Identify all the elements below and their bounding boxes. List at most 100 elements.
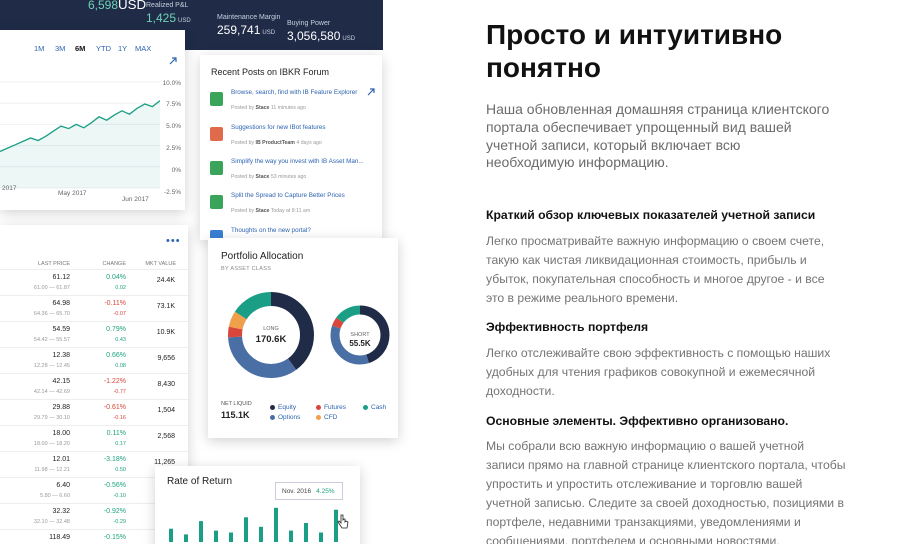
arrow-expand-icon[interactable] [168, 56, 178, 66]
forum-post[interactable]: Simplify the way you invest with IB Asse… [210, 158, 375, 191]
legend-label: CFD [324, 414, 338, 421]
return-bar [304, 523, 308, 542]
forum-post[interactable]: Browse, search, find with IB Feature Exp… [210, 89, 375, 122]
forum-post-icon [210, 127, 223, 141]
forum-post-title[interactable]: Split the Spread to Capture Better Price… [231, 192, 371, 200]
change-value: -0.77 [113, 389, 126, 395]
last-price: 54.59 [52, 326, 70, 333]
forum-posts-card: Recent Posts on IBKR Forum Browse, searc… [200, 55, 382, 244]
post-time: 4 days ago [296, 140, 322, 146]
return-bar [169, 528, 173, 542]
x-tick-label: May 2017 [58, 190, 87, 197]
forum-post-meta: Posted by Stace 53 minutes ago [231, 174, 371, 180]
post-author: Stace [255, 208, 270, 214]
change-percent: -0.56% [103, 482, 126, 489]
range-button-6m[interactable]: 6M [75, 44, 85, 53]
last-price: 61.12 [52, 274, 70, 281]
forum-post-title[interactable]: Suggestions for new IBot features [231, 124, 371, 132]
range-button-ytd[interactable]: YTD [96, 44, 111, 53]
summary-value: 3,056,580 [287, 29, 341, 43]
table-row[interactable]: 54.59 54.42 — 55.57 0.79% 0.43 10.9K [0, 321, 188, 347]
table-row[interactable]: 64.98 64.36 — 65.70 -0.11% -0.07 73.1K [0, 295, 188, 321]
section-title: Эффективность портфеля [486, 320, 649, 334]
summary-unit: USD [118, 0, 147, 12]
post-author: IB ProductTeam [255, 140, 295, 146]
return-bar [199, 521, 203, 542]
change-percent: -0.11% [104, 300, 126, 307]
last-price: 32.32 [52, 508, 70, 515]
forum-post-title[interactable]: Simplify the way you invest with IB Asse… [231, 158, 371, 166]
x-tick-label: 2017 [2, 185, 17, 192]
portfolio-allocation-card: Portfolio Allocation BY ASSET CLASS LONG… [208, 238, 398, 438]
forum-post-title[interactable]: Browse, search, find with IB Feature Exp… [231, 89, 371, 97]
legend-swatch [316, 404, 321, 410]
change-percent: 0.66% [106, 352, 126, 359]
section-title: Основные элементы. Эффективно организова… [486, 414, 789, 428]
range-button-max[interactable]: MAX [135, 44, 151, 53]
change-percent: 0.11% [106, 430, 126, 437]
summary-item: 6,598USD [88, 0, 146, 14]
market-value: 9,656 [157, 355, 175, 362]
tooltip-date: Nov. 2016 [282, 488, 312, 495]
post-time: Today at 8:11 am [270, 208, 311, 214]
market-value: 2,568 [157, 433, 175, 440]
long-label: LONG [263, 326, 279, 332]
net-liquidity-label: NET LIQUID [221, 401, 252, 407]
change-value: -0.10 [113, 493, 126, 499]
change-value: -0.16 [113, 415, 126, 421]
net-liquidity-value: 115.1K [221, 410, 250, 420]
range-button-3m[interactable]: 3M [55, 44, 65, 53]
return-bar [289, 530, 293, 542]
forum-post[interactable]: Suggestions for new IBot features Posted … [210, 124, 375, 157]
price-range: 64.36 — 65.70 [33, 311, 70, 317]
section-body: Мы собрали всю важную информацию о вашей… [486, 439, 846, 544]
forum-post-icon [210, 92, 223, 106]
forum-post-title[interactable]: Thoughts on the new portal? [231, 227, 371, 235]
page-headline: Просто и интуитивно понятно [486, 19, 783, 83]
section-title: Краткий обзор ключевых показателей учетн… [486, 208, 816, 222]
legend-item: Futures [316, 404, 346, 411]
table-row[interactable]: 42.15 42.14 — 42.69 -1.22% -0.77 8,430 [0, 373, 188, 399]
market-value: 24.4K [156, 277, 175, 284]
range-button-1m[interactable]: 1M [34, 44, 44, 53]
column-header-mkt-value: MKT VALUE [145, 261, 176, 267]
legend-label: Equity [278, 404, 297, 411]
last-price: 12.01 [52, 456, 70, 463]
post-time: 11 minutes ago [270, 105, 306, 111]
return-bar [184, 534, 188, 542]
market-value: 8,430 [157, 381, 175, 388]
summary-value: 6,598 [88, 0, 119, 12]
legend-swatch [270, 414, 275, 420]
last-price: 118.49 [49, 534, 70, 541]
table-row[interactable]: 61.12 61.00 — 61.87 0.04% 0.02 24.4K [0, 269, 188, 295]
y-tick-label: -2.5% [164, 189, 181, 196]
y-tick-label: 7.5% [166, 101, 181, 108]
change-value: 0.02 [115, 285, 126, 291]
legend-swatch [316, 414, 321, 420]
allocation-title: Portfolio Allocation [221, 251, 304, 262]
price-range: 29.79 — 30.10 [33, 415, 70, 421]
x-tick-label: Jun 2017 [122, 196, 149, 203]
change-percent: -1.22% [103, 378, 126, 385]
y-tick-label: 2.5% [166, 145, 181, 152]
short-label: SHORT [350, 332, 370, 338]
column-header-last-price: LAST PRICE [38, 261, 70, 267]
posted-by-label: Posted by [231, 105, 255, 111]
y-tick-label: 10.0% [162, 80, 181, 87]
table-row[interactable]: 12.38 12.28 — 12.45 0.66% 0.08 9,656 [0, 347, 188, 373]
summary-unit: USD [178, 18, 191, 24]
post-time: 53 minutes ago [270, 174, 307, 180]
table-row[interactable]: 18.00 18.00 — 18.20 0.11% 0.17 2,568 [0, 425, 188, 451]
change-percent: -0.61% [103, 404, 126, 411]
change-value: -0.07 [113, 311, 126, 317]
legend-item: Equity [270, 404, 296, 411]
last-price: 6.40 [56, 482, 70, 489]
last-price: 64.98 [52, 300, 70, 307]
forum-post[interactable]: Split the Spread to Capture Better Price… [210, 192, 375, 225]
more-dots-icon[interactable]: ••• [166, 235, 181, 247]
section-body: Легко отслеживайте свою эффективность с … [486, 346, 831, 398]
table-row[interactable]: 29.88 29.79 — 30.10 -0.61% -0.16 1,504 [0, 399, 188, 425]
rate-of-return-title: Rate of Return [167, 476, 233, 487]
range-button-1y[interactable]: 1Y [118, 44, 127, 53]
return-bar [244, 517, 248, 542]
